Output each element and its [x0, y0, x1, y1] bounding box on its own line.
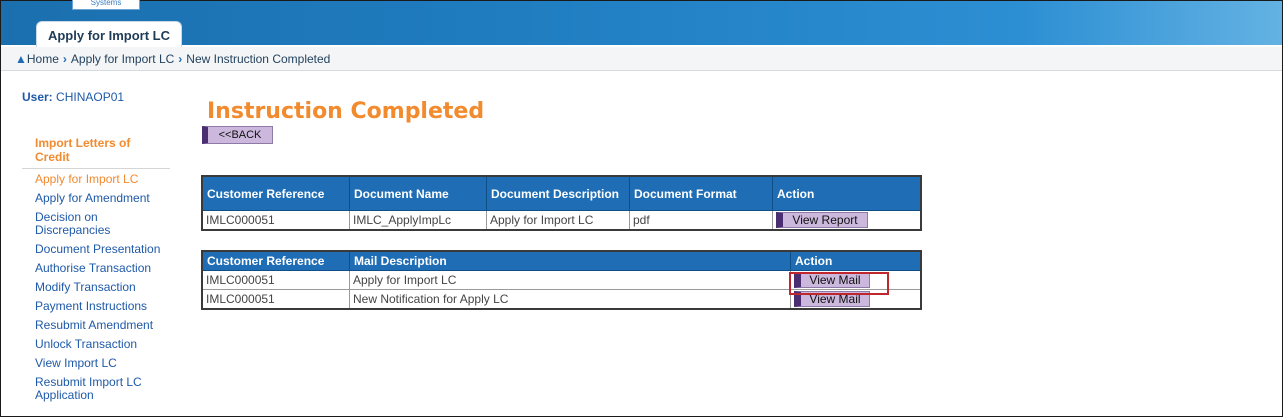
column-header: Customer Reference — [201, 175, 350, 211]
breadcrumb: ▲Home › Apply for Import LC › New Instructio… — [1, 47, 1282, 71]
table-header-row: Customer Reference Document Name Documen… — [201, 175, 922, 211]
table-row: IMLC000051 IMLC_ApplyImpLc Apply for Imp… — [201, 210, 922, 231]
cell-customer-reference: IMLC000051 — [201, 270, 350, 290]
chevron-right-icon: › — [62, 52, 67, 66]
sidebar-item-payment-instructions[interactable]: Payment Instructions — [35, 300, 175, 313]
cell-document-format: pdf — [629, 210, 773, 231]
cell-document-name: IMLC_ApplyImpLc — [349, 210, 487, 231]
sidebar-item-apply-for-amendment[interactable]: Apply for Amendment — [35, 192, 175, 205]
column-header: Document Description — [486, 175, 630, 211]
back-button[interactable]: <<BACK — [202, 126, 273, 144]
user-name: CHINAOP01 — [56, 90, 125, 104]
cell-mail-description: Apply for Import LC — [349, 270, 791, 290]
table-header-row: Customer Reference Mail Description Acti… — [201, 250, 922, 271]
chevron-right-icon: › — [178, 52, 183, 66]
sidebar-section-title: Import Letters of Credit — [35, 136, 131, 164]
top-banner — [1, 1, 1282, 45]
user-info: User: CHINAOP01 — [22, 90, 124, 104]
page-title: Instruction Completed — [207, 99, 485, 124]
column-header: Action — [772, 175, 922, 211]
sidebar-item-resubmit-amendment[interactable]: Resubmit Amendment — [35, 319, 175, 332]
sidebar-item-authorise-transaction[interactable]: Authorise Transaction — [35, 262, 175, 275]
tab-apply-for-import-lc[interactable]: Apply for Import LC — [36, 21, 182, 48]
highlight-box — [789, 272, 889, 295]
sidebar-item-decision-on-discrepancies[interactable]: Decision on Discrepancies — [35, 211, 175, 237]
column-header: Mail Description — [349, 250, 791, 271]
report-table: Customer Reference Document Name Documen… — [201, 175, 922, 231]
user-label: User: — [22, 90, 53, 104]
cell-customer-reference: IMLC000051 — [201, 289, 350, 310]
company-logo: Systems — [72, 0, 140, 10]
view-report-button[interactable]: View Report — [776, 212, 868, 228]
sidebar-item-view-import-lc[interactable]: View Import LC — [35, 357, 175, 370]
sidebar-item-apply-for-import-lc[interactable]: Apply for Import LC — [35, 173, 175, 186]
cell-document-description: Apply for Import LC — [486, 210, 630, 231]
breadcrumb-home[interactable]: Home — [27, 52, 59, 66]
breadcrumb-current: New Instruction Completed — [186, 52, 331, 66]
cell-mail-description: New Notification for Apply LC — [349, 289, 791, 310]
home-icon[interactable]: ▲ — [15, 52, 27, 66]
sidebar-item-document-presentation[interactable]: Document Presentation — [35, 243, 175, 256]
breadcrumb-apply-import-lc[interactable]: Apply for Import LC — [71, 52, 174, 66]
sidebar-item-modify-transaction[interactable]: Modify Transaction — [35, 281, 175, 294]
sidebar-item-resubmit-import-lc-application[interactable]: Resubmit Import LC Application — [35, 376, 175, 402]
column-header: Customer Reference — [201, 250, 350, 271]
column-header: Document Name — [349, 175, 487, 211]
cell-customer-reference: IMLC000051 — [201, 210, 350, 231]
sidebar-item-unlock-transaction[interactable]: Unlock Transaction — [35, 338, 175, 351]
cell-action: View Report — [772, 210, 922, 231]
sidebar-menu: Apply for Import LC Apply for Amendment … — [35, 173, 175, 408]
column-header: Action — [790, 250, 922, 271]
sidebar-divider — [22, 168, 170, 169]
column-header: Document Format — [629, 175, 773, 211]
